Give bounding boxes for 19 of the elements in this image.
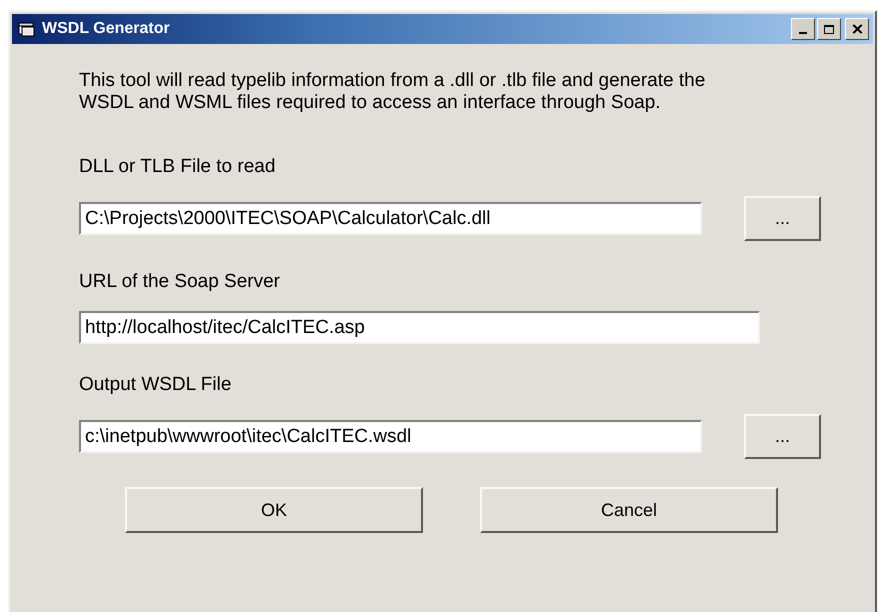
close-button[interactable] xyxy=(845,18,869,40)
browse-button[interactable]: ... xyxy=(744,414,821,459)
minimize-button[interactable] xyxy=(791,18,815,40)
app-icon xyxy=(18,21,36,37)
field-label: DLL or TLB File to read xyxy=(79,156,276,178)
field-label: Output WSDL File xyxy=(79,374,232,396)
maximize-button[interactable] xyxy=(817,18,841,40)
ok-button[interactable]: OK xyxy=(125,487,423,533)
text-field[interactable]: http://localhost/itec/CalcITEC.asp xyxy=(79,311,760,344)
close-icon xyxy=(852,24,862,34)
field-label: URL of the Soap Server xyxy=(79,271,282,293)
text-field[interactable]: C:\Projects\2000\ITEC\SOAP\Calculator\Calc.dll xyxy=(79,202,702,235)
browse-button[interactable]: ... xyxy=(744,196,821,241)
maximize-icon xyxy=(823,24,835,34)
text-field[interactable]: c:\inetpub\wwwroot\itec\CalcITEC.wsdl xyxy=(79,420,702,453)
minimize-icon xyxy=(799,32,807,34)
window-title: WSDL Generator xyxy=(42,20,171,38)
description-text: This tool will read typelib information from a .dll or .tlb file and generate the WSDL and WSML files required to access an interface through Soap. xyxy=(79,70,706,114)
cancel-button[interactable]: Cancel xyxy=(480,487,778,533)
